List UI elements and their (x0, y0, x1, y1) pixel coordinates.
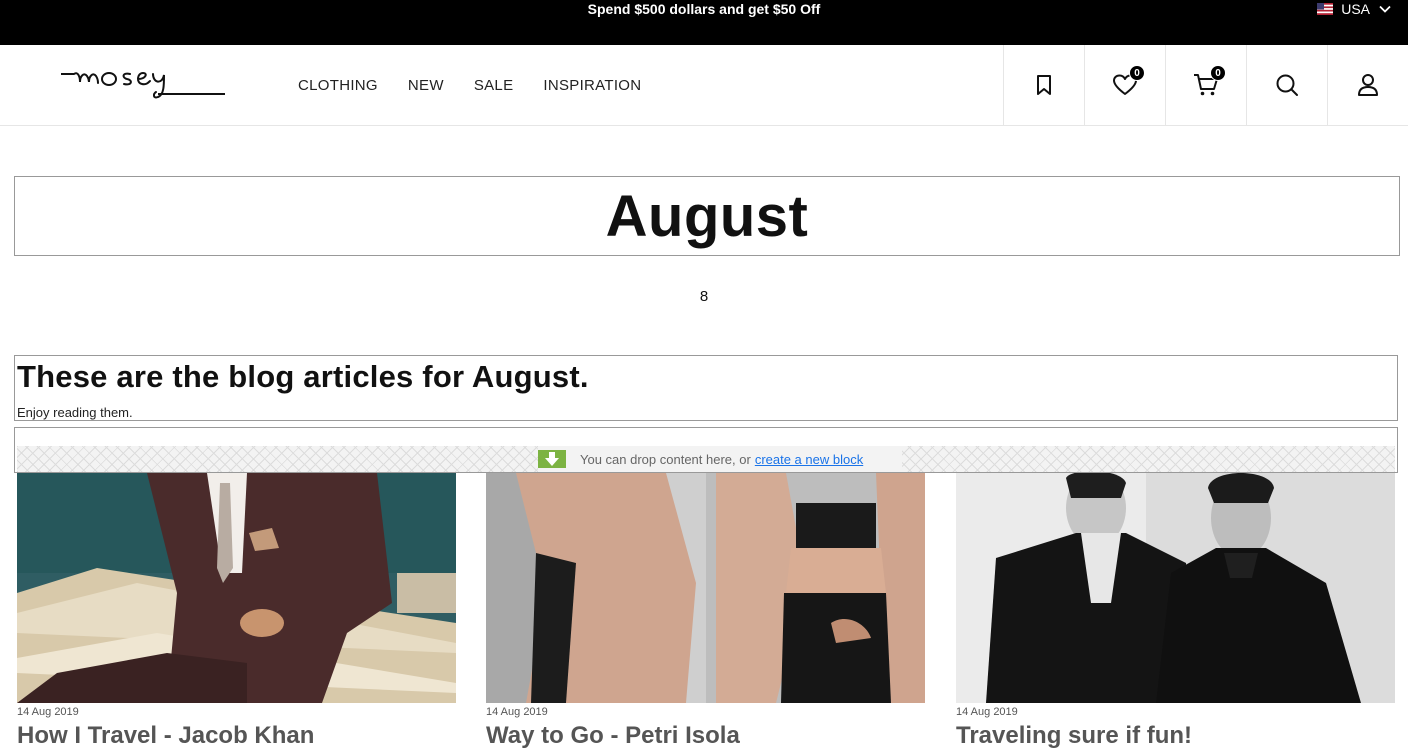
article-list: 14 Aug 2019 How I Travel - Jacob Khan 14… (17, 473, 1397, 750)
bookmark-icon (1037, 75, 1051, 95)
wishlist-button[interactable]: 0 (1084, 45, 1165, 125)
create-block-link[interactable]: create a new block (755, 452, 863, 467)
header-actions: 0 0 (1003, 45, 1408, 125)
region-label: USA (1341, 1, 1370, 17)
article-image[interactable] (956, 473, 1395, 703)
logo-text: mosey (60, 67, 63, 68)
article-card[interactable]: 14 Aug 2019 Way to Go - Petri Isola (486, 473, 925, 750)
intro-text: Enjoy reading them. (17, 405, 133, 420)
page-title: August (605, 183, 809, 249)
region-selector[interactable]: USA (1317, 0, 1392, 18)
article-count: 8 (699, 288, 709, 305)
drop-zone-text: You can drop content here, or (580, 451, 751, 467)
article-date: 14 Aug 2019 (486, 706, 548, 718)
us-flag-icon (1317, 3, 1334, 15)
article-title[interactable]: Traveling sure if fun! (956, 722, 1395, 750)
mosey-logo[interactable]: mosey (60, 67, 226, 103)
search-button[interactable] (1246, 45, 1327, 125)
article-card[interactable]: 14 Aug 2019 Traveling sure if fun! (956, 473, 1395, 750)
article-image[interactable] (17, 473, 456, 703)
chevron-down-icon (1379, 5, 1391, 13)
nav-clothing[interactable]: CLOTHING (298, 77, 378, 94)
intro-heading: These are the blog articles for August. (17, 359, 589, 394)
announcement-bar: Spend $500 dollars and get $50 Off USA (0, 0, 1408, 45)
content-drop-zone[interactable]: You can drop content here, or create a n… (14, 427, 1398, 473)
article-date: 14 Aug 2019 (956, 706, 1018, 718)
cart-count-badge: 0 (1210, 65, 1226, 81)
search-icon (1276, 74, 1298, 96)
site-header: mosey CLOTHING NEW SALE INSPIRATION 0 0 (0, 45, 1408, 126)
article-title[interactable]: How I Travel - Jacob Khan (17, 722, 456, 750)
drop-zone-message: You can drop content here, or create a n… (538, 446, 902, 472)
wishlist-count-badge: 0 (1129, 65, 1145, 81)
page-title-block: August (14, 176, 1400, 256)
main-nav: CLOTHING NEW SALE INSPIRATION (298, 45, 641, 125)
nav-inspiration[interactable]: INSPIRATION (543, 77, 641, 94)
bookmark-button[interactable] (1003, 45, 1084, 125)
article-card[interactable]: 14 Aug 2019 How I Travel - Jacob Khan (17, 473, 456, 750)
article-image[interactable] (486, 473, 925, 703)
nav-new[interactable]: NEW (408, 77, 444, 94)
nav-sale[interactable]: SALE (474, 77, 514, 94)
promo-text: Spend $500 dollars and get $50 Off (587, 1, 821, 17)
download-arrow-icon (538, 450, 566, 468)
intro-block: These are the blog articles for August. … (14, 355, 1398, 421)
article-date: 14 Aug 2019 (17, 706, 79, 718)
article-title[interactable]: Way to Go - Petri Isola (486, 722, 925, 750)
user-icon (1358, 74, 1378, 96)
cart-button[interactable]: 0 (1165, 45, 1246, 125)
account-button[interactable] (1327, 45, 1408, 125)
